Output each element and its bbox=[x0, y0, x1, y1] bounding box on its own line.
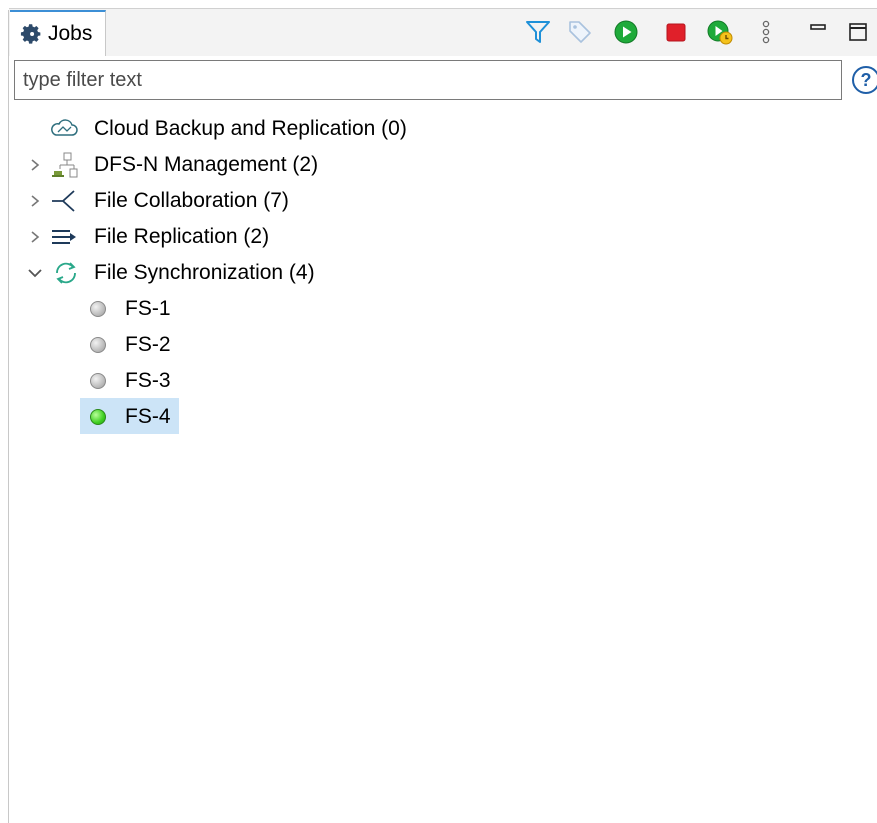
view-titlebar bbox=[9, 8, 877, 56]
help-button[interactable]: ? bbox=[852, 66, 877, 94]
minimize-icon[interactable] bbox=[804, 18, 832, 46]
dfs-namespace-icon bbox=[50, 151, 78, 179]
tree-item-fs-2[interactable]: FS-2 bbox=[80, 328, 190, 362]
status-idle-icon bbox=[84, 367, 112, 395]
tree-item-label: File Replication (2) bbox=[94, 225, 270, 248]
tree-item-label: Cloud Backup and Replication (0) bbox=[94, 117, 407, 140]
tree-item-file-synchronization[interactable]: File Synchronization (4) bbox=[0, 256, 360, 290]
tree-item-label: DFS-N Management (2) bbox=[94, 153, 319, 176]
tree-item-file-collaboration[interactable]: File Collaboration (7) bbox=[0, 184, 340, 218]
tree-item-dfs-n[interactable]: DFS-N Management (2) bbox=[0, 148, 360, 182]
tree-item-cloud-backup[interactable]: Cloud Backup and Replication (0) bbox=[0, 112, 460, 146]
status-running-icon bbox=[84, 403, 112, 431]
tab-jobs[interactable]: Jobs bbox=[10, 10, 106, 56]
tab-jobs-label: Jobs bbox=[48, 22, 93, 45]
start-icon[interactable] bbox=[612, 18, 640, 46]
stop-icon[interactable] bbox=[662, 18, 690, 46]
view-menu-icon[interactable] bbox=[752, 18, 780, 46]
chevron-down-icon[interactable] bbox=[26, 264, 44, 282]
tree-item-label: FS-3 bbox=[125, 369, 171, 392]
gear-icon bbox=[20, 24, 41, 44]
chevron-right-icon[interactable] bbox=[26, 192, 44, 210]
run-now-icon[interactable] bbox=[706, 18, 734, 46]
jobs-view-panel: Jobs type filter text ? Cloud Backup and… bbox=[0, 0, 877, 823]
help-icon: ? bbox=[860, 69, 872, 90]
status-idle-icon bbox=[84, 295, 112, 323]
tree-item-fs-1[interactable]: FS-1 bbox=[80, 292, 190, 326]
filter-input[interactable] bbox=[14, 60, 842, 100]
tree-item-label: FS-4 bbox=[125, 405, 171, 428]
tree-item-label: File Collaboration (7) bbox=[94, 189, 289, 212]
status-idle-icon bbox=[84, 331, 112, 359]
chevron-right-icon[interactable] bbox=[26, 228, 44, 246]
filter-icon[interactable] bbox=[524, 18, 552, 46]
tree-item-fs-4[interactable]: FS-4 bbox=[80, 400, 190, 434]
tree-item-label: FS-2 bbox=[125, 333, 171, 356]
chevron-right-icon[interactable] bbox=[26, 156, 44, 174]
collaboration-icon bbox=[50, 187, 78, 215]
sync-icon bbox=[52, 259, 80, 287]
replication-arrows-icon bbox=[50, 223, 78, 251]
tree-item-file-replication[interactable]: File Replication (2) bbox=[0, 220, 320, 254]
tree-item-label: File Synchronization (4) bbox=[94, 261, 315, 284]
tree-item-fs-3[interactable]: FS-3 bbox=[80, 364, 190, 398]
maximize-icon[interactable] bbox=[844, 18, 872, 46]
tree-item-label: FS-1 bbox=[125, 297, 171, 320]
cloud-icon bbox=[50, 115, 78, 143]
tag-icon[interactable] bbox=[566, 18, 594, 46]
